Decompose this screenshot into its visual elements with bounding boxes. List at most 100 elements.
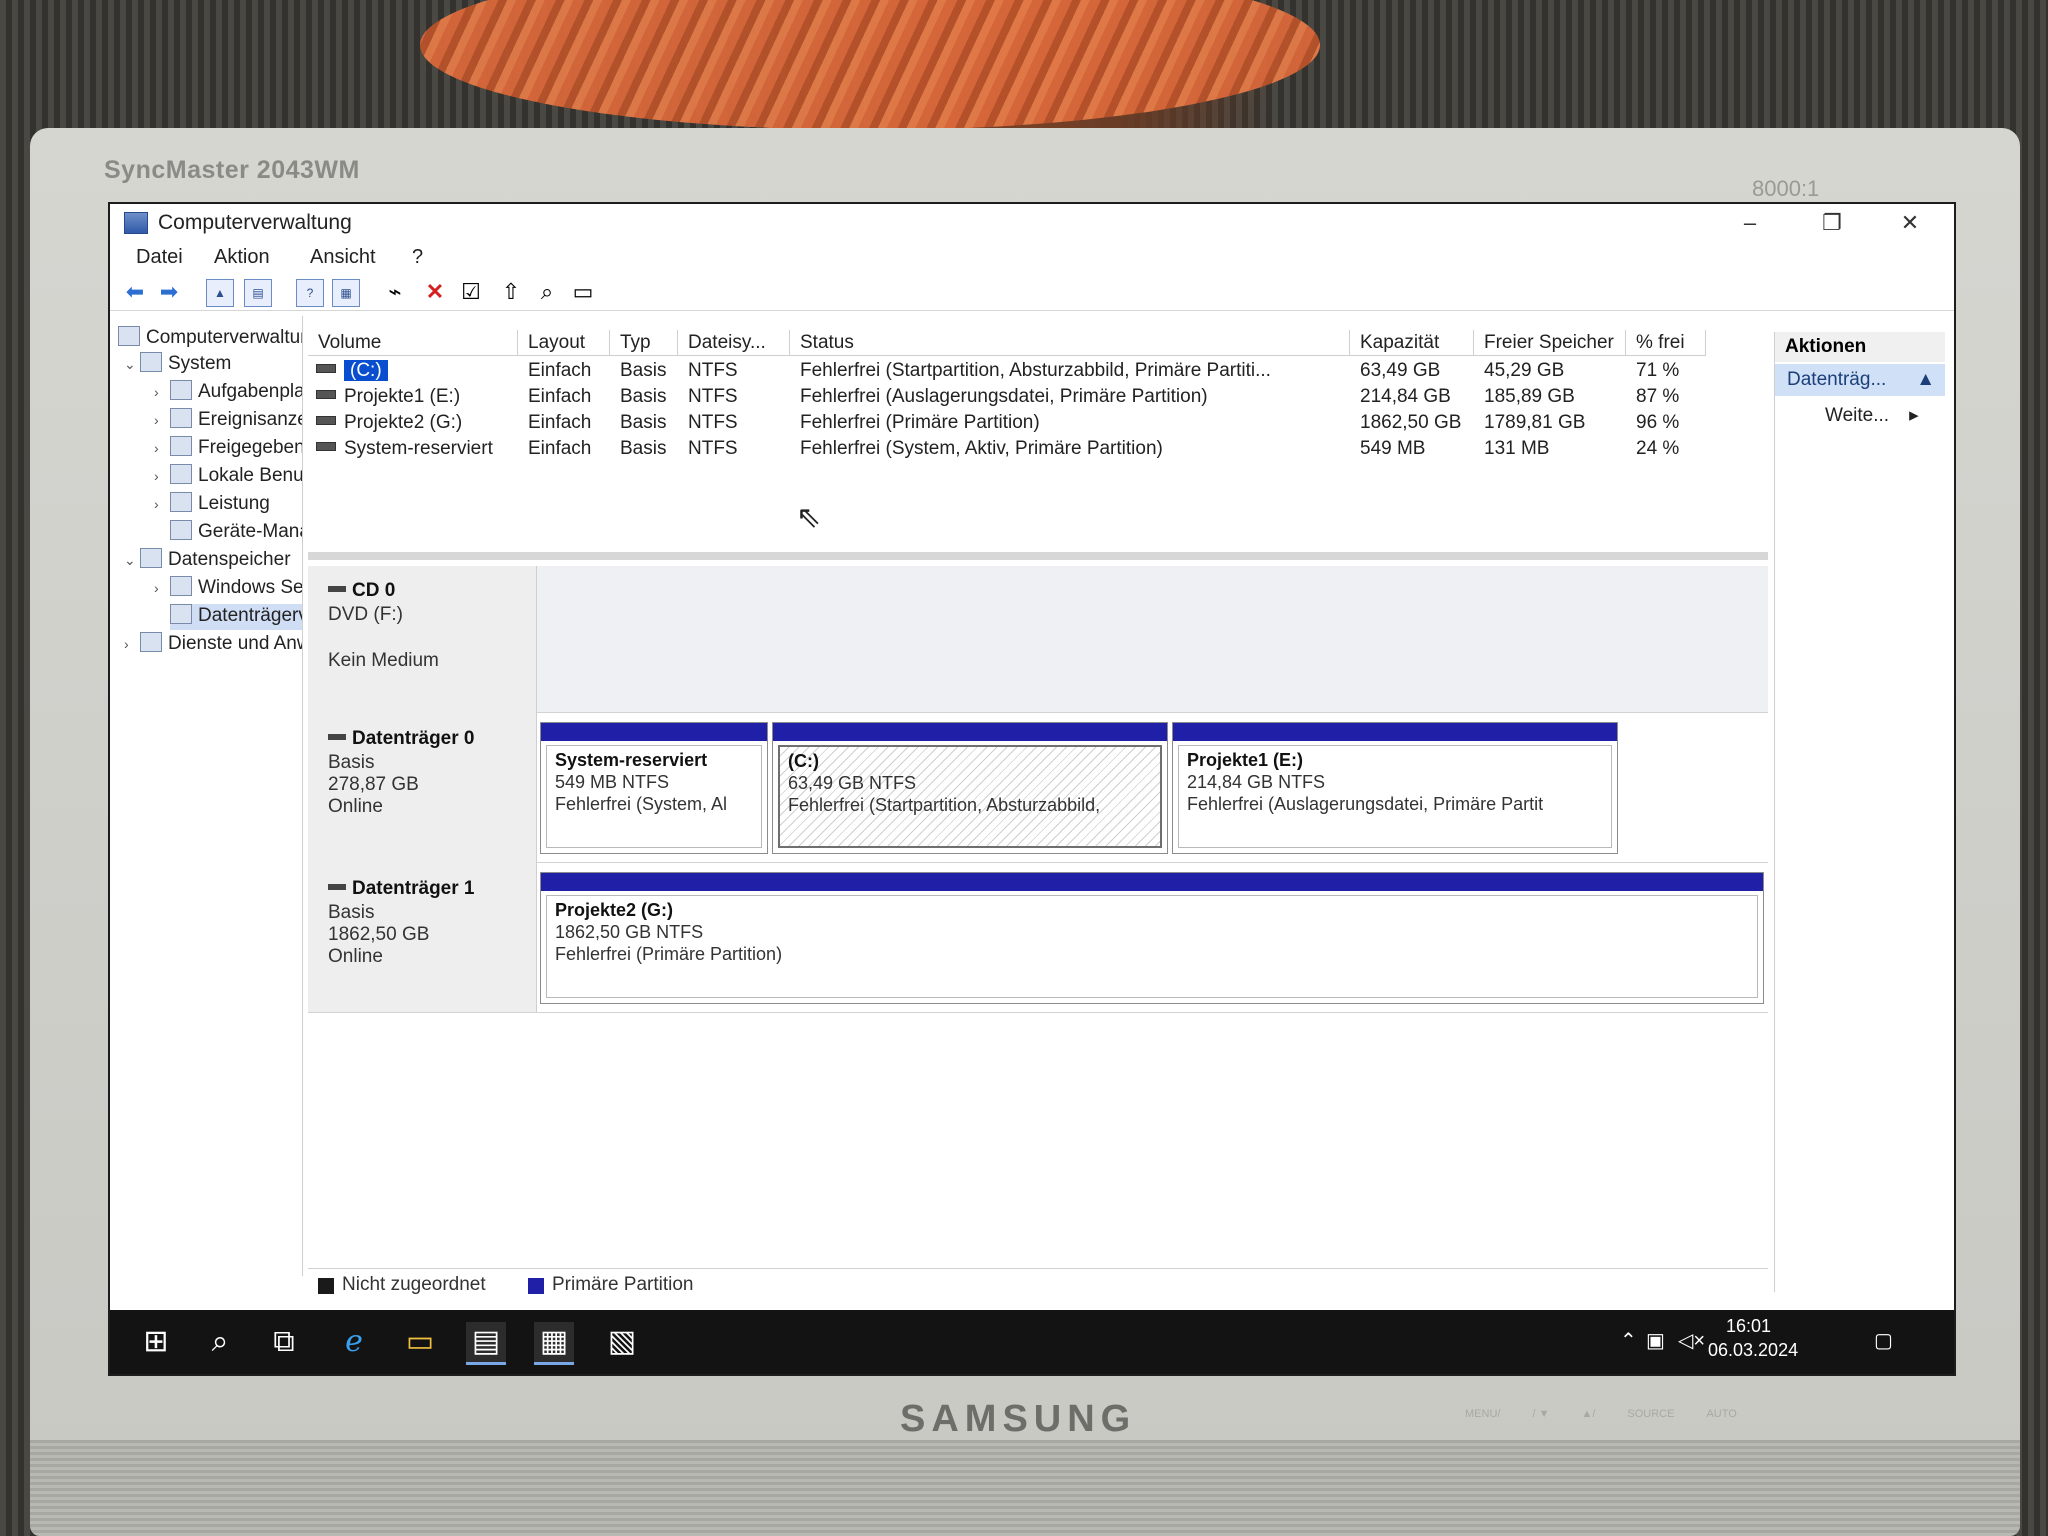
partition-size: 1862,50 GB NTFS: [555, 922, 704, 942]
folder-up-icon[interactable]: ⇧: [498, 279, 524, 305]
search-icon[interactable]: ⌕: [200, 1322, 240, 1362]
disk-row-0[interactable]: Datenträger 0 Basis 278,87 GB Online Sys…: [308, 712, 1768, 863]
column-layout[interactable]: Layout: [518, 330, 610, 356]
connect-icon[interactable]: ⌁: [382, 279, 408, 305]
close-button[interactable]: ✕: [1876, 204, 1944, 242]
disk-management-taskbar-icon[interactable]: ▧: [602, 1322, 642, 1362]
menu-datei[interactable]: Datei: [136, 246, 183, 269]
chevron-right-icon[interactable]: ›: [154, 412, 170, 428]
actions-disk-management[interactable]: Datenträg... ▲: [1775, 364, 1945, 396]
contrast-badge: 8000:1: [1752, 176, 1820, 201]
column-prozent-frei[interactable]: % frei: [1626, 330, 1706, 356]
disk-label-0[interactable]: Datenträger 0 Basis 278,87 GB Online: [308, 712, 537, 862]
up-folder-icon[interactable]: ▲: [206, 279, 234, 307]
task-view-icon[interactable]: ⧉: [264, 1322, 304, 1362]
table-row[interactable]: Projekte2 (G:): [316, 412, 462, 434]
partition-bar: [773, 723, 1167, 741]
tree-label: Ereignisanzeige: [198, 409, 302, 430]
disk1-type: Basis: [328, 902, 375, 923]
partition-projekte2[interactable]: Projekte2 (G:) 1862,50 GB NTFS Fehlerfre…: [540, 872, 1764, 1004]
tree-item-system[interactable]: ⌄ System: [124, 352, 231, 378]
menu-ansicht[interactable]: Ansicht: [310, 246, 376, 269]
file-explorer-icon[interactable]: ▭: [400, 1322, 440, 1362]
actions-more[interactable]: Weite... ▸: [1825, 404, 1919, 427]
monitor-button-up[interactable]: ▲/: [1581, 1408, 1595, 1420]
tree-item-dienste[interactable]: › Dienste und Anwendungen: [124, 632, 302, 658]
pane-splitter[interactable]: [308, 552, 1768, 560]
cell-status: Fehlerfrei (Auslagerungsdatei, Primäre P…: [800, 386, 1208, 407]
column-volume[interactable]: Volume: [308, 330, 518, 356]
notification-icon[interactable]: ▢: [1874, 1328, 1893, 1353]
tree-item-geraete[interactable]: Geräte-Manager: [170, 520, 302, 546]
clock-time[interactable]: 16:01: [1726, 1316, 1771, 1337]
monitor-button-auto[interactable]: AUTO: [1706, 1408, 1736, 1420]
tree-item-windows-backup[interactable]: › Windows Server-Sicherung: [154, 576, 302, 602]
monitor-button-source[interactable]: SOURCE: [1627, 1408, 1674, 1420]
clock-date[interactable]: 06.03.2024: [1708, 1340, 1798, 1361]
tree-item-aufgaben[interactable]: › Aufgabenplanung: [154, 380, 302, 406]
server-manager-icon[interactable]: ▤: [466, 1322, 506, 1365]
chevron-right-icon[interactable]: ›: [154, 384, 170, 400]
chevron-right-icon[interactable]: ›: [154, 496, 170, 512]
cell-prozent-frei: 71 %: [1636, 360, 1680, 381]
chevron-right-icon[interactable]: ›: [154, 580, 170, 596]
table-row[interactable]: Projekte1 (E:): [316, 386, 460, 408]
chevron-right-icon[interactable]: ›: [124, 636, 140, 652]
chevron-up-icon[interactable]: ▲: [1916, 364, 1935, 396]
chevron-up-icon[interactable]: ⌃: [1620, 1328, 1637, 1353]
chevron-down-icon[interactable]: ⌄: [124, 356, 140, 373]
monitor-button-down[interactable]: / ▼: [1532, 1408, 1549, 1420]
menu-aktion[interactable]: Aktion: [214, 246, 270, 269]
help-icon[interactable]: ?: [296, 279, 324, 307]
disk-row-cd0[interactable]: CD 0 DVD (F:) Kein Medium: [308, 566, 1768, 713]
table-row[interactable]: (C:): [316, 360, 388, 382]
menu-help[interactable]: ?: [412, 246, 423, 269]
disk-label-1[interactable]: Datenträger 1 Basis 1862,50 GB Online: [308, 862, 537, 1012]
network-icon[interactable]: ▣: [1646, 1328, 1665, 1353]
partition-size: 214,84 GB NTFS: [1187, 772, 1326, 792]
forward-arrow-icon[interactable]: ➡: [156, 279, 182, 305]
chevron-down-icon[interactable]: ⌄: [124, 552, 140, 569]
partition-status: Fehlerfrei (System, Al: [555, 794, 728, 814]
cell-prozent-frei: 87 %: [1636, 386, 1680, 407]
properties-view-icon[interactable]: ▦: [332, 279, 360, 307]
partition-c[interactable]: (C:) 63,49 GB NTFS Fehlerfrei (Startpart…: [772, 722, 1168, 854]
monitor-buttons: MENU/ / ▼ ▲/ SOURCE AUTO: [1465, 1408, 1737, 1420]
partition-system-reserviert[interactable]: System-reserviert 549 MB NTFS Fehlerfrei…: [540, 722, 768, 854]
show-tree-icon[interactable]: ▤: [244, 279, 272, 307]
event-viewer-icon: [170, 408, 192, 428]
tree-item-freigabe[interactable]: › Freigegebene Ordner: [154, 436, 302, 462]
column-freier-speicher[interactable]: Freier Speicher: [1474, 330, 1626, 356]
chevron-right-icon[interactable]: ›: [154, 468, 170, 484]
partition-projekte1[interactable]: Projekte1 (E:) 214,84 GB NTFS Fehlerfrei…: [1172, 722, 1618, 854]
column-dateisystem[interactable]: Dateisy...: [678, 330, 790, 356]
cell-dateisystem: NTFS: [688, 412, 738, 433]
window-titlebar[interactable]: Computerverwaltung – ❐ ✕: [110, 204, 1954, 242]
tree-item-leistung[interactable]: › Leistung: [154, 492, 270, 518]
maximize-button[interactable]: ❐: [1798, 204, 1866, 242]
tree-item-ereignis[interactable]: › Ereignisanzeige: [154, 408, 302, 434]
delete-icon[interactable]: ✕: [422, 279, 448, 305]
properties-icon[interactable]: ▭: [570, 279, 596, 305]
tree-item-root[interactable]: Computerverwaltung (Lokal): [118, 326, 302, 352]
tree-item-datentraeger[interactable]: Datenträgerverwaltung: [170, 604, 302, 630]
monitor-button-menu[interactable]: MENU/: [1465, 1408, 1500, 1420]
column-kapazitaet[interactable]: Kapazität: [1350, 330, 1474, 356]
cell-status: Fehlerfrei (System, Aktiv, Primäre Parti…: [800, 438, 1163, 459]
computer-management-taskbar-icon[interactable]: ▦: [534, 1322, 574, 1365]
start-windows-icon[interactable]: ⊞: [136, 1322, 176, 1362]
chevron-right-icon[interactable]: ›: [154, 440, 170, 456]
table-row[interactable]: System-reserviert: [316, 438, 493, 460]
minimize-button[interactable]: –: [1716, 204, 1784, 242]
check-icon[interactable]: ☑: [458, 279, 484, 305]
search-folder-icon[interactable]: ⌕: [534, 279, 560, 305]
volume-muted-icon[interactable]: ◁×: [1678, 1328, 1705, 1353]
disk-label-cd0[interactable]: CD 0 DVD (F:) Kein Medium: [308, 566, 537, 712]
disk-row-1[interactable]: Datenträger 1 Basis 1862,50 GB Online Pr…: [308, 862, 1768, 1013]
column-typ[interactable]: Typ: [610, 330, 678, 356]
internet-explorer-icon[interactable]: ℯ: [334, 1322, 374, 1362]
tree-item-datenspeicher[interactable]: ⌄ Datenspeicher: [124, 548, 291, 574]
tree-item-lokale[interactable]: › Lokale Benutzer und Gruppen: [154, 464, 302, 490]
column-status[interactable]: Status: [790, 330, 1350, 356]
back-arrow-icon[interactable]: ⬅: [122, 279, 148, 305]
